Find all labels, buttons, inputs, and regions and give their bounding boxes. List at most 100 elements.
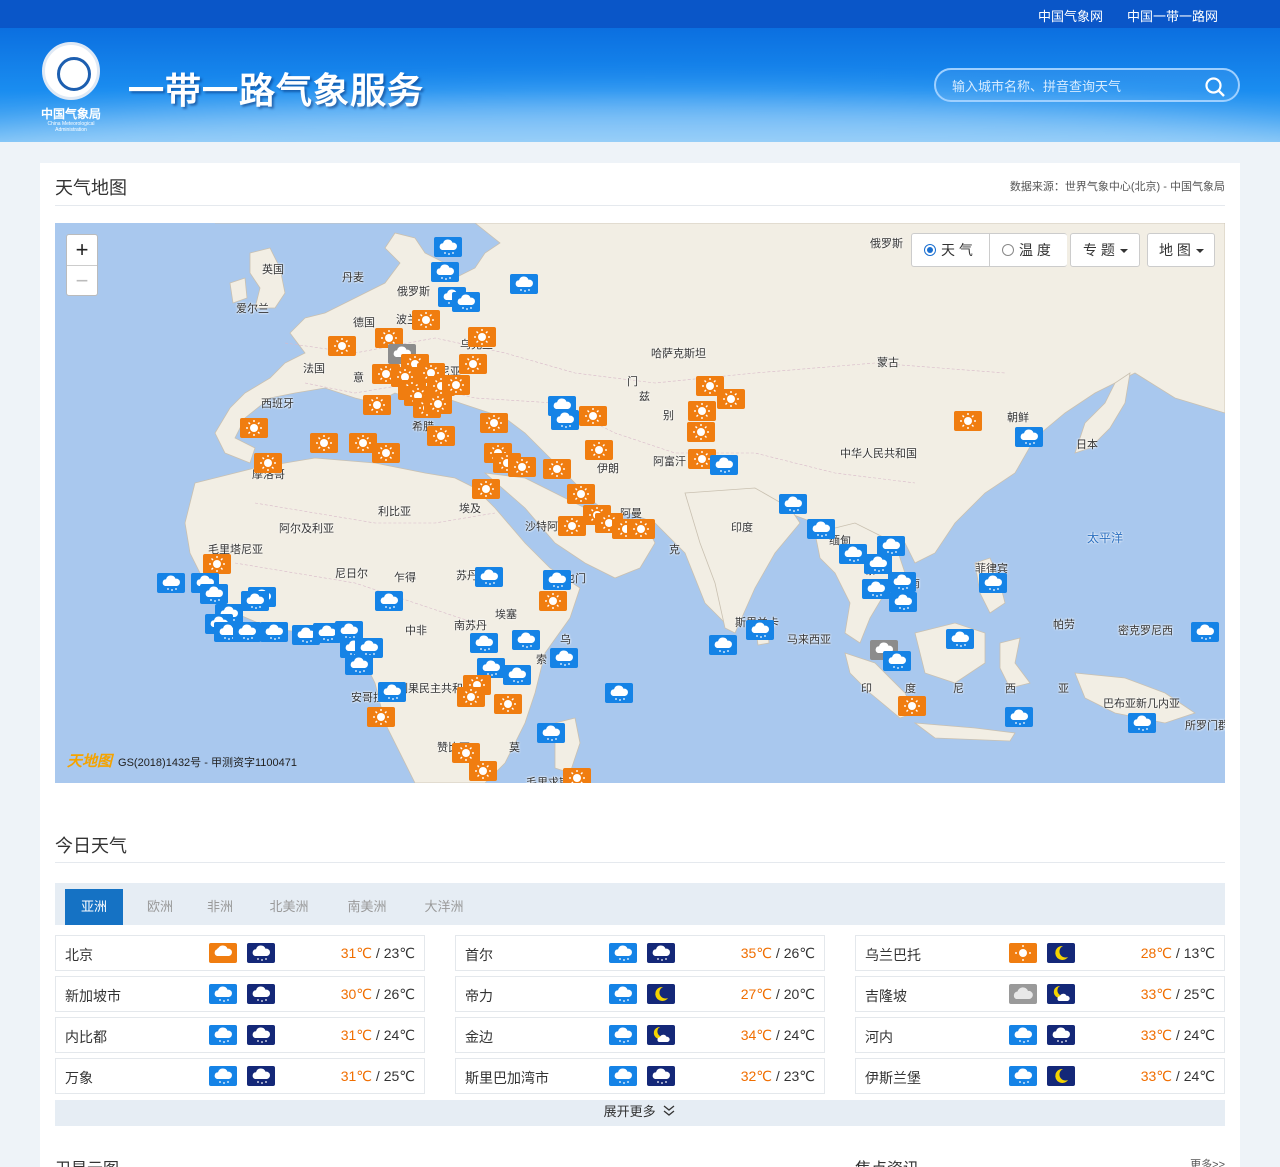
sunny-marker-icon[interactable] [898, 696, 926, 716]
city-name[interactable]: 伊斯兰堡 [865, 1068, 921, 1088]
rain-marker-icon[interactable] [431, 262, 459, 282]
rain-marker-icon[interactable] [839, 544, 867, 564]
sunny-marker-icon[interactable] [442, 375, 470, 395]
rain-marker-icon[interactable] [260, 622, 288, 642]
news-more-link[interactable]: 更多>> [1190, 1156, 1225, 1167]
sunny-marker-icon[interactable] [688, 401, 716, 421]
rain-marker-icon[interactable] [779, 494, 807, 514]
city-name[interactable]: 帝力 [465, 986, 493, 1006]
rain-marker-icon[interactable] [470, 633, 498, 653]
radio-temperature[interactable]: 温 度 [989, 234, 1051, 266]
sunny-marker-icon[interactable] [508, 457, 536, 477]
zoom-in-button[interactable]: + [67, 235, 97, 265]
city-name[interactable]: 万象 [65, 1068, 93, 1088]
sunny-marker-icon[interactable] [469, 761, 497, 781]
city-name[interactable]: 乌兰巴托 [865, 945, 921, 965]
sunny-marker-icon[interactable] [585, 440, 613, 460]
rain-marker-icon[interactable] [241, 591, 269, 611]
rain-marker-icon[interactable] [1015, 427, 1043, 447]
tab-south-america[interactable]: 南美洲 [345, 889, 389, 925]
rain-marker-icon[interactable] [1191, 622, 1219, 642]
rain-marker-icon[interactable] [946, 629, 974, 649]
city-name[interactable]: 斯里巴加湾市 [465, 1068, 549, 1088]
city-weather-row[interactable]: 伊斯兰堡 33℃ / 24℃ [855, 1058, 1225, 1094]
sunny-marker-icon[interactable] [328, 336, 356, 356]
sunny-marker-icon[interactable] [558, 516, 586, 536]
map-dropdown[interactable]: 地 图 [1147, 233, 1215, 267]
rain-marker-icon[interactable] [551, 410, 579, 430]
rain-marker-icon[interactable] [510, 274, 538, 294]
city-name[interactable]: 金边 [465, 1027, 493, 1047]
sunny-marker-icon[interactable] [203, 554, 231, 574]
sunny-marker-icon[interactable] [427, 426, 455, 446]
sunny-marker-icon[interactable] [627, 519, 655, 539]
sunny-marker-icon[interactable] [372, 443, 400, 463]
city-weather-row[interactable]: 北京 31℃ / 23℃ [55, 935, 425, 971]
zoom-out-button[interactable]: − [67, 265, 97, 295]
city-weather-row[interactable]: 河内 33℃ / 24℃ [855, 1017, 1225, 1053]
rain-marker-icon[interactable] [378, 682, 406, 702]
sunny-marker-icon[interactable] [240, 418, 268, 438]
rain-marker-icon[interactable] [979, 573, 1007, 593]
search-icon[interactable] [1204, 76, 1226, 98]
rain-marker-icon[interactable] [452, 292, 480, 312]
rain-marker-icon[interactable] [883, 651, 911, 671]
city-weather-row[interactable]: 金边 34℃ / 24℃ [455, 1017, 825, 1053]
sunny-marker-icon[interactable] [310, 433, 338, 453]
expand-more-button[interactable]: 展开更多 [55, 1100, 1225, 1126]
sunny-marker-icon[interactable] [480, 413, 508, 433]
sunny-marker-icon[interactable] [954, 411, 982, 431]
rain-marker-icon[interactable] [889, 592, 917, 612]
rain-marker-icon[interactable] [746, 620, 774, 640]
search-input[interactable] [952, 76, 1192, 96]
rain-marker-icon[interactable] [709, 635, 737, 655]
rain-marker-icon[interactable] [345, 655, 373, 675]
rain-marker-icon[interactable] [434, 237, 462, 257]
sunny-marker-icon[interactable] [567, 484, 595, 504]
sunny-marker-icon[interactable] [687, 422, 715, 442]
sunny-marker-icon[interactable] [494, 694, 522, 714]
sunny-marker-icon[interactable] [459, 354, 487, 374]
city-name[interactable]: 北京 [65, 945, 93, 965]
city-weather-row[interactable]: 吉隆坡 33℃ / 25℃ [855, 976, 1225, 1012]
city-name[interactable]: 新加坡市 [65, 986, 121, 1006]
sunny-marker-icon[interactable] [579, 406, 607, 426]
radio-weather[interactable]: 天 气 [924, 234, 973, 266]
rain-marker-icon[interactable] [157, 573, 185, 593]
city-name[interactable]: 河内 [865, 1027, 893, 1047]
tab-africa[interactable]: 非洲 [205, 889, 235, 925]
sunny-marker-icon[interactable] [539, 591, 567, 611]
rain-marker-icon[interactable] [200, 584, 228, 604]
topic-dropdown[interactable]: 专 题 [1070, 233, 1140, 267]
sunny-marker-icon[interactable] [543, 459, 571, 479]
rain-marker-icon[interactable] [888, 572, 916, 592]
city-weather-row[interactable]: 斯里巴加湾市 32℃ / 23℃ [455, 1058, 825, 1094]
rain-marker-icon[interactable] [807, 519, 835, 539]
rain-marker-icon[interactable] [877, 536, 905, 556]
rain-marker-icon[interactable] [512, 630, 540, 650]
tab-europe[interactable]: 欧洲 [143, 889, 177, 925]
rain-marker-icon[interactable] [864, 554, 892, 574]
rain-marker-icon[interactable] [543, 570, 571, 590]
rain-marker-icon[interactable] [537, 723, 565, 743]
city-name[interactable]: 内比都 [65, 1027, 107, 1047]
city-name[interactable]: 首尔 [465, 945, 493, 965]
city-weather-row[interactable]: 新加坡市 30℃ / 26℃ [55, 976, 425, 1012]
city-weather-row[interactable]: 万象 31℃ / 25℃ [55, 1058, 425, 1094]
tab-asia[interactable]: 亚洲 [65, 889, 123, 925]
link-cma[interactable]: 中国气象网 [1038, 6, 1103, 25]
city-weather-row[interactable]: 帝力 27℃ / 20℃ [455, 976, 825, 1012]
city-name[interactable]: 吉隆坡 [865, 986, 907, 1006]
rain-marker-icon[interactable] [862, 579, 890, 599]
rain-marker-icon[interactable] [605, 683, 633, 703]
city-weather-row[interactable]: 内比都 31℃ / 24℃ [55, 1017, 425, 1053]
sunny-marker-icon[interactable] [367, 707, 395, 727]
sunny-marker-icon[interactable] [363, 395, 391, 415]
tab-oceania[interactable]: 大洋洲 [422, 889, 466, 925]
sunny-marker-icon[interactable] [717, 389, 745, 409]
link-belt-road[interactable]: 中国一带一路网 [1127, 6, 1218, 25]
rain-marker-icon[interactable] [503, 665, 531, 685]
rain-marker-icon[interactable] [550, 648, 578, 668]
sunny-marker-icon[interactable] [452, 743, 480, 763]
tab-north-america[interactable]: 北美洲 [267, 889, 311, 925]
